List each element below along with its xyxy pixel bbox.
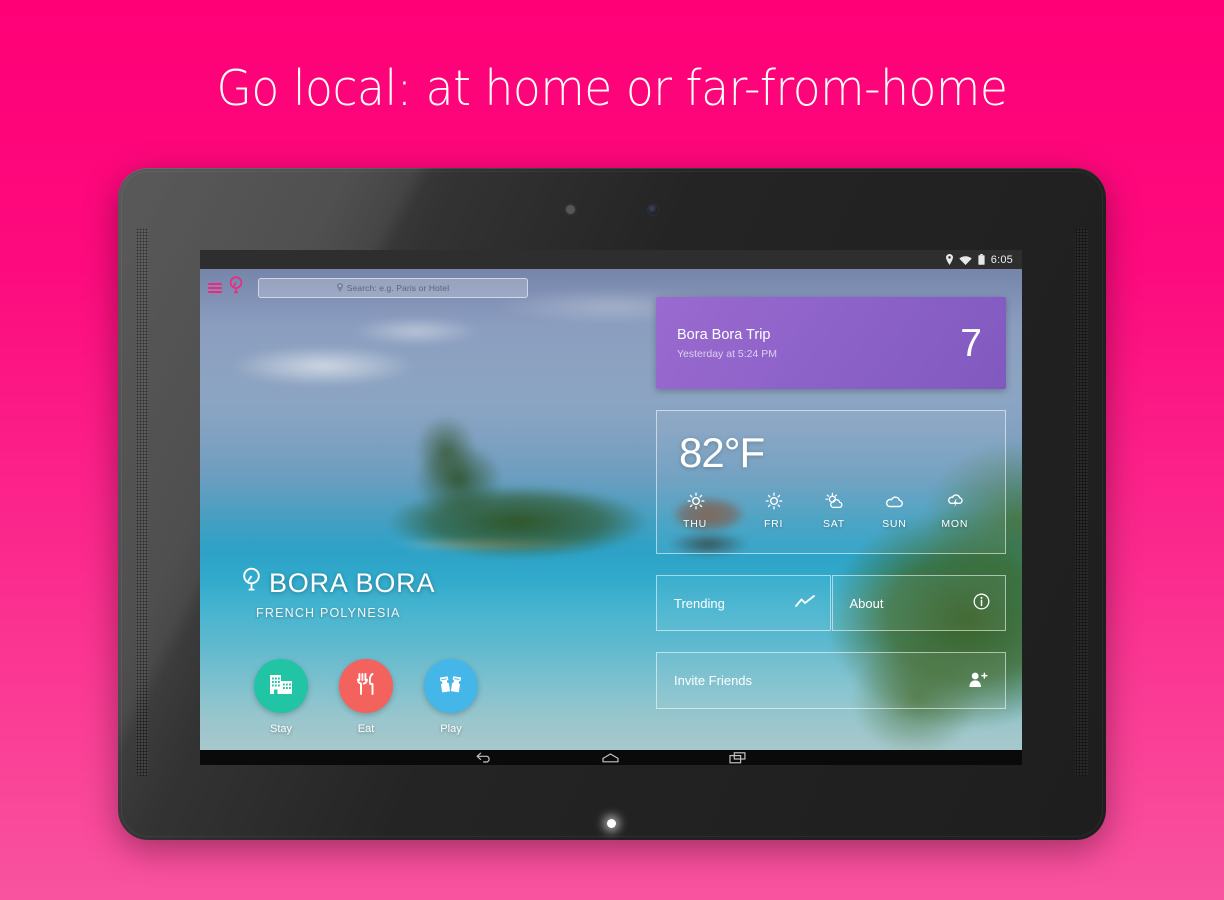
fork-knife-icon — [353, 671, 379, 702]
tickets-icon — [437, 671, 465, 702]
app-viewport: Search: e.g. Paris or Hotel BORA BORA FR… — [200, 269, 1022, 750]
destination-title-row: BORA BORA — [242, 567, 435, 599]
weather-card[interactable]: 82°F THU FRI SAT SUN MON — [656, 410, 1006, 554]
back-icon[interactable] — [476, 752, 492, 763]
status-bar: 6:05 — [200, 250, 1022, 269]
destination-region: FRENCH POLYNESIA — [256, 606, 401, 620]
tile-about[interactable]: About — [831, 575, 1006, 631]
building-icon — [267, 671, 295, 702]
cloud-icon — [864, 492, 924, 510]
search-input[interactable]: Search: e.g. Paris or Hotel — [258, 278, 528, 298]
eat-circle — [339, 659, 393, 713]
trip-card[interactable]: Bora Bora Trip Yesterday at 5:24 PM 7 — [656, 297, 1006, 389]
action-play-label: Play — [440, 723, 462, 735]
battery-icon — [978, 254, 985, 265]
search-pin-icon — [336, 282, 343, 294]
pin-balloon-logo-icon[interactable] — [229, 276, 243, 299]
trip-count-badge: 7 — [960, 321, 982, 365]
trip-title: Bora Bora Trip — [677, 326, 771, 343]
notification-led-icon — [607, 819, 616, 828]
info-circle-icon — [973, 593, 990, 613]
recents-icon[interactable] — [729, 751, 746, 764]
destination-name: BORA BORA — [269, 567, 436, 598]
forecast-label-mon: MON — [941, 518, 969, 530]
trend-line-icon — [794, 594, 815, 612]
search-placeholder-text: Search: e.g. Paris or Hotel — [346, 283, 450, 293]
tile-trending-label: Trending — [674, 595, 725, 611]
forecast-day-mon: MON — [925, 492, 985, 530]
tile-about-label: About — [849, 595, 884, 611]
action-eat-button[interactable]: Eat — [339, 659, 393, 735]
play-circle — [424, 659, 478, 713]
location-pin-icon — [945, 254, 953, 265]
action-play-button[interactable]: Play — [424, 659, 478, 735]
tiles-row: Trending About — [656, 575, 1006, 631]
action-stay-button[interactable]: Stay — [254, 659, 308, 735]
action-stay-label: Stay — [269, 723, 292, 735]
page-title: Go local: at home or far-from-home — [216, 60, 1008, 117]
forecast-day-fri: FRI — [743, 492, 803, 530]
trip-card-text: Bora Bora Trip Yesterday at 5:24 PM — [677, 327, 777, 360]
tile-trending[interactable]: Trending — [656, 575, 831, 631]
thunderstorm-icon — [925, 492, 985, 510]
action-eat-label: Eat — [357, 723, 375, 735]
front-camera-icon — [648, 205, 658, 215]
sun-icon — [683, 492, 743, 510]
forecast-label-sat: SAT — [822, 518, 846, 530]
forecast-day-sat: SAT — [804, 492, 864, 530]
stay-circle — [254, 659, 308, 713]
home-icon[interactable] — [602, 752, 619, 763]
cards-column: Bora Bora Trip Yesterday at 5:24 PM 7 82… — [656, 297, 1006, 709]
android-nav-bar — [200, 750, 1022, 765]
hamburger-menu-icon[interactable] — [208, 282, 222, 293]
location-pin-icon — [242, 567, 261, 599]
trip-subtitle: Yesterday at 5:24 PM — [677, 347, 778, 360]
forecast-day-thu: THU — [679, 492, 743, 530]
tablet-screen: 6:05 Search: e.g. Paris or Hotel BORA BO… — [200, 250, 1022, 765]
current-temperature: 82°F — [679, 429, 765, 476]
invite-friends-label: Invite Friends — [674, 673, 753, 688]
speaker-grille-left — [136, 228, 149, 776]
forecast-day-sun: SUN — [864, 492, 924, 530]
forecast-row: THU FRI SAT SUN MON — [679, 492, 1005, 530]
action-buttons: Stay Eat Play — [254, 659, 478, 735]
status-bar-time: 6:05 — [990, 253, 1013, 266]
forecast-label-sun: SUN — [882, 518, 907, 530]
sun-icon — [743, 492, 803, 510]
ambient-sensor-icon — [566, 205, 575, 214]
forecast-label-fri: FRI — [763, 518, 784, 530]
partly-sunny-icon — [804, 492, 864, 510]
wifi-icon — [959, 255, 972, 265]
destination-block: BORA BORA FRENCH POLYNESIA — [242, 567, 435, 620]
speaker-grille-right — [1075, 228, 1088, 776]
add-person-icon — [968, 671, 988, 691]
invite-friends-card[interactable]: Invite Friends — [656, 652, 1006, 709]
forecast-label-thu: THU — [683, 518, 707, 530]
